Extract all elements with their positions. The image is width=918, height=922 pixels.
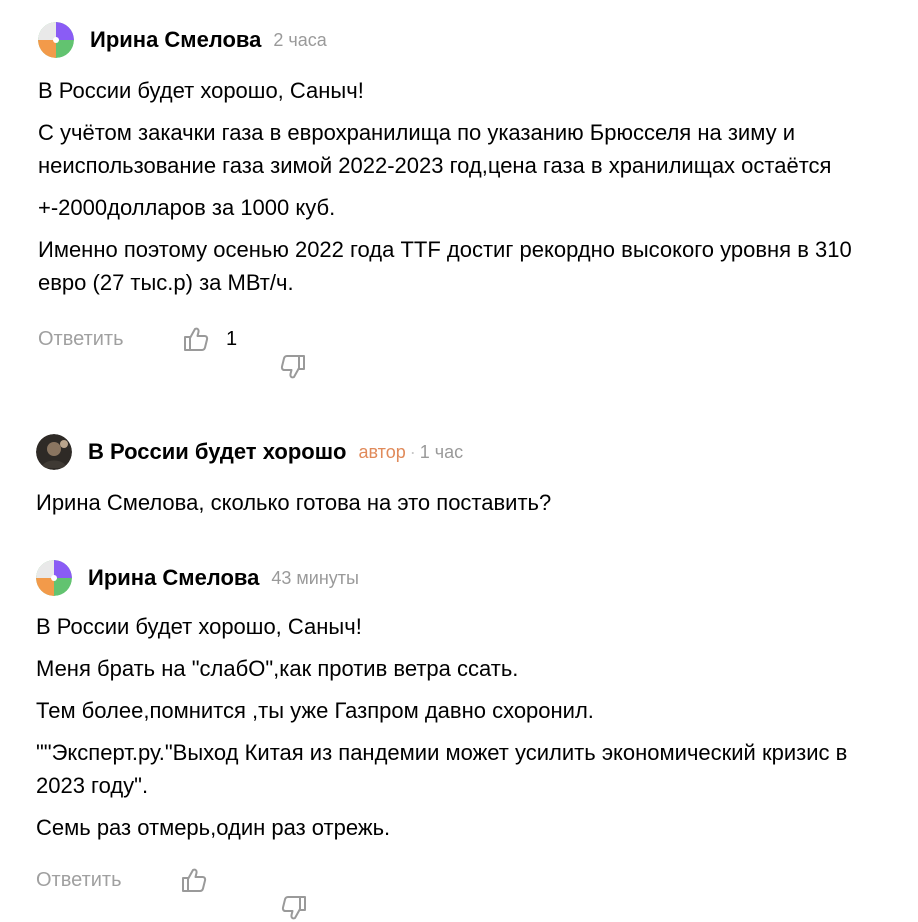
thumbs-down-icon[interactable] [251, 325, 306, 379]
comment-body: В России будет хорошо, Саныч! Меня брать… [36, 610, 896, 844]
avatar-logo-icon [36, 560, 72, 596]
comment-paragraph: В России будет хорошо, Саныч! [36, 614, 362, 639]
avatar[interactable] [36, 434, 72, 470]
thumbs-up-icon[interactable] [180, 866, 208, 894]
comment-paragraph: С учётом закачки газа в еврохранилища по… [38, 120, 832, 178]
comment-time: 2 часа [273, 29, 327, 50]
comment-paragraph: ""Эксперт.ру."Выход Китая из пандемии мо… [36, 740, 848, 798]
comment-meta: автор · 1 час [358, 442, 463, 463]
author-tag: автор [358, 441, 406, 462]
comment-actions: Ответить [36, 866, 896, 920]
thumbs-up-icon[interactable] [182, 325, 210, 353]
comment-paragraph: Тем более,помнится ,ты уже Газпром давно… [36, 698, 594, 723]
author-name[interactable]: Ирина Смелова [90, 27, 261, 53]
author-name[interactable]: Ирина Смелова [88, 565, 259, 591]
comment-time: 1 час [419, 441, 464, 462]
comment-paragraph: Именно поэтому осенью 2022 года TTF дост… [38, 237, 852, 295]
comment-actions: Ответить 1 [38, 325, 898, 379]
comment-time: 43 минуты [271, 567, 359, 588]
comment-header: Ирина Смелова 43 минуты [36, 558, 896, 598]
author-name[interactable]: В России будет хорошо [88, 439, 346, 465]
avatar-photo-icon [36, 434, 72, 470]
comment-body: Ирина Смелова, сколько готова на это пос… [36, 486, 896, 519]
avatar-logo-icon [38, 22, 74, 58]
avatar[interactable] [36, 560, 72, 596]
comment-header: В России будет хорошо автор · 1 час [36, 432, 896, 472]
comment-header: Ирина Смелова 2 часа [38, 20, 898, 60]
meta-separator: · [409, 441, 416, 462]
like-count: 1 [226, 327, 238, 350]
reply-button[interactable]: Ответить [36, 869, 180, 892]
comment-1: Ирина Смелова 2 часа В России будет хоро… [38, 20, 898, 379]
thumbs-down-icon[interactable] [252, 866, 306, 920]
comment-3: Ирина Смелова 43 минуты В России будет х… [36, 558, 896, 920]
comment-body: В России будет хорошо, Саныч! С учётом з… [38, 74, 898, 299]
reply-button[interactable]: Ответить [38, 328, 182, 351]
comment-paragraph: Меня брать на "слабО",как против ветра с… [36, 656, 519, 681]
comment-paragraph: Семь раз отмерь,один раз отрежь. [36, 815, 391, 840]
comment-paragraph: В России будет хорошо, Саныч! [38, 78, 364, 103]
avatar[interactable] [38, 22, 74, 58]
comment-2: В России будет хорошо автор · 1 час Ирина … [36, 432, 896, 519]
comment-paragraph: +-2000долларов за 1000 куб. [38, 195, 336, 220]
comment-paragraph: Ирина Смелова, сколько готова на это пос… [36, 490, 552, 515]
